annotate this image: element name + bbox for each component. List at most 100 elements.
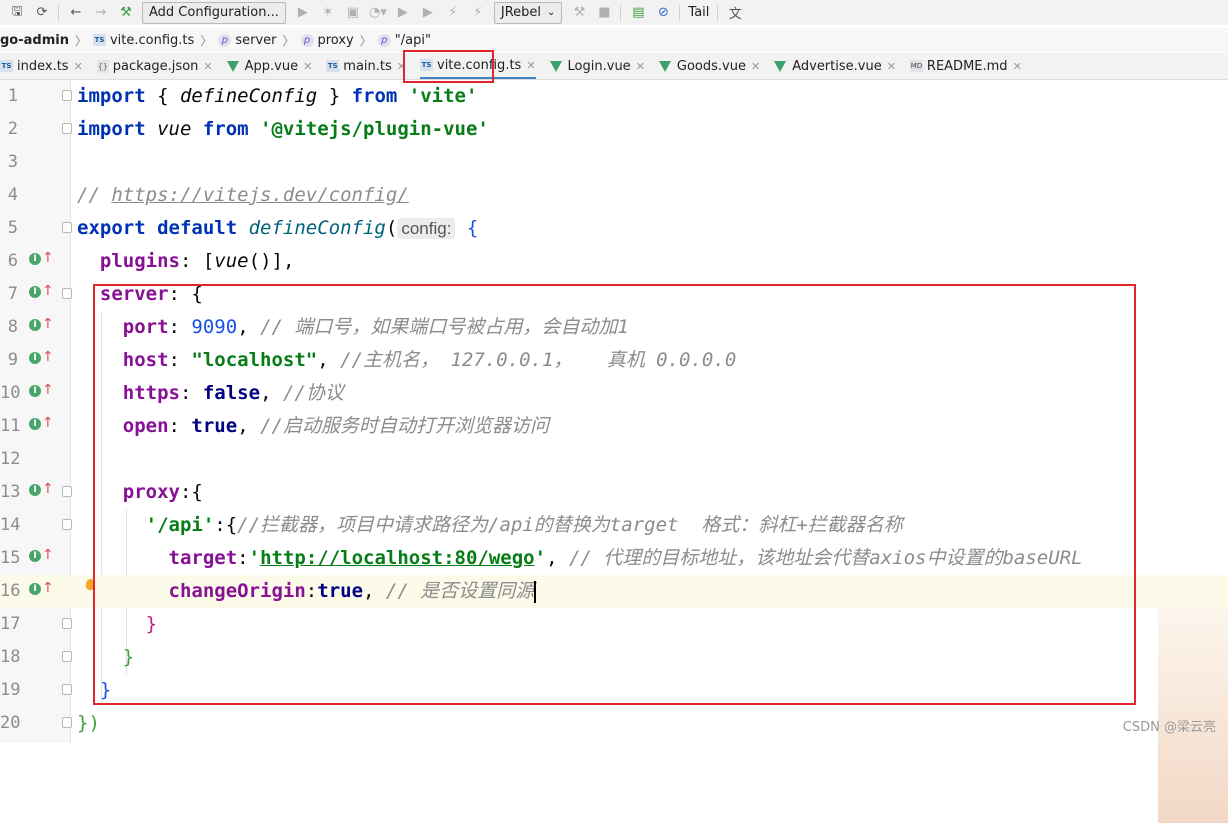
implementation-icon[interactable]: I: [29, 583, 41, 595]
close-icon[interactable]: ✕: [887, 60, 896, 73]
tab-label: Login.vue: [567, 58, 631, 74]
implementation-icon[interactable]: I: [29, 352, 41, 364]
code-text: proxy:{: [122, 481, 203, 503]
code-line: 17 }: [0, 608, 1228, 641]
fold-icon[interactable]: [62, 90, 72, 101]
tab-advertise-vue[interactable]: Advertise.vue ✕: [774, 53, 896, 79]
jrebel-bolt-icon[interactable]: ⚡: [445, 5, 461, 21]
run-icon[interactable]: ▶: [295, 5, 311, 21]
tab-package-json[interactable]: {} package.json ✕: [96, 53, 213, 79]
tab-readme-md[interactable]: MD README.md ✕: [909, 53, 1022, 79]
jrebel-dropdown[interactable]: JRebel ⌄: [493, 1, 563, 24]
save-icon[interactable]: 🖫: [9, 4, 25, 21]
breadcrumb-proxy[interactable]: p proxy: [300, 33, 354, 48]
coverage-icon[interactable]: ▣: [345, 5, 361, 21]
tab-index-ts[interactable]: TS index.ts ✕: [0, 53, 83, 79]
tab-label: Advertise.vue: [792, 58, 882, 74]
breadcrumb-file[interactable]: TS vite.config.ts: [92, 33, 194, 48]
add-configuration-button[interactable]: Add Configuration...: [142, 1, 286, 24]
code-line: 10 I ↑ https: false, //协议: [0, 377, 1228, 410]
fold-icon[interactable]: [62, 288, 72, 299]
translate-icon[interactable]: 文: [727, 5, 743, 22]
up-arrow-icon[interactable]: ↑: [42, 383, 54, 397]
code-line: 7 I ↑ server: {: [0, 278, 1228, 311]
code-line: 18 }: [0, 641, 1228, 674]
code-editor[interactable]: 1 import { defineConfig } from 'vite' 2 …: [0, 80, 1228, 823]
code-line: 14 '/api':{//拦截器，项目中请求路径为/api的替换为target …: [0, 509, 1228, 542]
forward-arrow-icon[interactable]: →: [93, 5, 109, 21]
hammer-icon[interactable]: ⚒: [571, 5, 587, 21]
up-arrow-icon[interactable]: ↑: [42, 284, 54, 298]
up-arrow-icon[interactable]: ↑: [42, 581, 54, 595]
up-arrow-icon[interactable]: ↑: [42, 251, 54, 265]
line-number: 15: [0, 548, 21, 568]
tab-main-ts[interactable]: TS main.ts ✕: [326, 53, 406, 79]
breadcrumb-project[interactable]: go-admin: [0, 33, 69, 48]
line-number: 10: [0, 383, 21, 403]
up-arrow-icon[interactable]: ↑: [42, 350, 54, 364]
profile-dropdown-icon[interactable]: ◔▾: [369, 5, 387, 21]
up-arrow-icon[interactable]: ↑: [42, 317, 54, 331]
code-text: export default defineConfig(config: {: [77, 217, 479, 239]
code-text: }: [99, 679, 112, 701]
fold-icon[interactable]: [62, 486, 72, 497]
up-arrow-icon[interactable]: ↑: [42, 482, 54, 496]
line-number: 3: [7, 152, 18, 172]
close-icon[interactable]: ✕: [526, 59, 535, 72]
up-arrow-icon[interactable]: ↑: [42, 416, 54, 430]
tab-login-vue[interactable]: Login.vue ✕: [549, 53, 645, 79]
close-icon[interactable]: ✕: [751, 60, 760, 73]
implementation-icon[interactable]: I: [29, 385, 41, 397]
property-icon: p: [218, 33, 232, 47]
breadcrumb-api[interactable]: p "/api": [377, 33, 431, 48]
code-line: 5 export default defineConfig(config: {: [0, 212, 1228, 245]
back-arrow-icon[interactable]: ←: [68, 5, 84, 21]
implementation-icon[interactable]: I: [29, 550, 41, 562]
implementation-icon[interactable]: I: [29, 319, 41, 331]
implementation-icon[interactable]: I: [29, 484, 41, 496]
toolbar-separator: [717, 4, 719, 21]
close-icon[interactable]: ✕: [74, 60, 83, 73]
monitor-chart-icon[interactable]: ▤: [630, 5, 646, 21]
tab-app-vue[interactable]: App.vue ✕: [226, 53, 312, 79]
target-url-link[interactable]: http://localhost:80/wego: [260, 547, 535, 569]
fold-icon[interactable]: [62, 222, 72, 233]
close-icon[interactable]: ✕: [397, 60, 406, 73]
code-line: 8 I ↑ port: 9090, // 端口号，如果端口号被占用，会自动加1: [0, 311, 1228, 344]
tab-label: package.json: [112, 58, 199, 74]
implementation-icon[interactable]: I: [29, 253, 41, 265]
up-arrow-icon[interactable]: ↑: [42, 548, 54, 562]
jrebel-bolt-debug-icon[interactable]: ⚡: [470, 5, 486, 21]
fold-icon[interactable]: [62, 651, 72, 662]
tail-button[interactable]: Tail: [688, 5, 709, 20]
tab-label: main.ts: [343, 58, 392, 74]
jrebel-debug-icon[interactable]: ▶: [420, 5, 436, 21]
fold-icon[interactable]: [62, 123, 72, 134]
tab-label: vite.config.ts: [437, 57, 522, 73]
stop-icon[interactable]: ■: [596, 5, 612, 21]
tab-vite-config-ts[interactable]: TS vite.config.ts ✕: [420, 53, 536, 79]
ts-file-icon: TS: [420, 59, 433, 71]
debug-icon[interactable]: ✶: [320, 5, 336, 21]
main-toolbar: 🖫 ⟳ ← → ⚒ Add Configuration... ▶ ✶ ▣ ◔▾ …: [0, 0, 1228, 25]
close-icon[interactable]: ✕: [1013, 60, 1022, 73]
line-number: 1: [7, 86, 18, 106]
close-icon[interactable]: ✕: [203, 60, 212, 73]
jrebel-run-icon[interactable]: ▶: [395, 5, 411, 21]
close-icon[interactable]: ✕: [303, 60, 312, 73]
fold-icon[interactable]: [62, 684, 72, 695]
tab-label: Goods.vue: [676, 58, 746, 74]
line-number: 8: [7, 317, 18, 337]
fold-icon[interactable]: [62, 717, 72, 728]
fold-icon[interactable]: [62, 618, 72, 629]
disable-icon[interactable]: ⊘: [655, 5, 671, 21]
close-icon[interactable]: ✕: [636, 60, 645, 73]
tab-goods-vue[interactable]: Goods.vue ✕: [658, 53, 760, 79]
fold-icon[interactable]: [62, 519, 72, 530]
sync-icon[interactable]: ⟳: [34, 5, 50, 21]
implementation-icon[interactable]: I: [29, 286, 41, 298]
implementation-icon[interactable]: I: [29, 418, 41, 430]
config-doc-link[interactable]: https://vitejs.dev/config/: [111, 184, 408, 206]
breadcrumb-server[interactable]: p server: [218, 33, 276, 48]
build-hammer-icon[interactable]: ⚒: [118, 5, 134, 21]
